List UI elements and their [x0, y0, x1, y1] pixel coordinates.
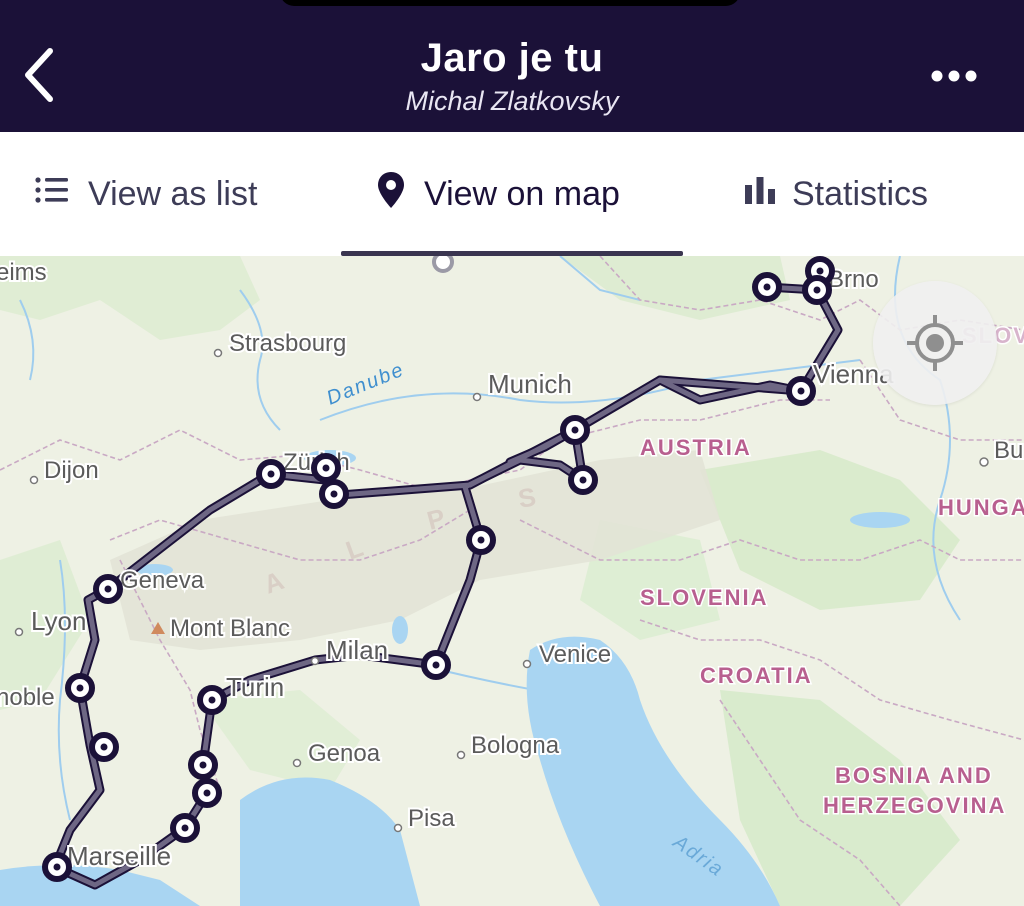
country-label: AUSTRIA [640, 435, 752, 460]
city-label: Strasbourg [229, 330, 346, 357]
crosshair-icon [907, 315, 963, 371]
city-dot [292, 758, 302, 768]
landmark-label: Mont Blanc [170, 615, 290, 642]
stop-marker[interactable] [560, 415, 590, 445]
city-label: Genoa [308, 740, 381, 767]
stop-marker[interactable] [93, 574, 123, 604]
stop-marker[interactable] [752, 272, 782, 302]
app-header: Jaro je tu Michal Zlatkovsky [0, 0, 1024, 132]
stop-marker[interactable] [89, 732, 119, 762]
stop-marker[interactable] [197, 685, 227, 715]
tab-label: View on map [424, 174, 620, 213]
stop-marker[interactable] [311, 453, 341, 483]
tab-label: View as list [88, 174, 258, 213]
city-dot [522, 659, 532, 669]
bar-chart-icon [744, 175, 778, 214]
map-pin-icon [376, 170, 406, 219]
page-subtitle: Michal Zlatkovsky [405, 86, 619, 116]
map-view[interactable]: eims Strasbourg Munich Brno Vienna Dijon… [0, 256, 1024, 906]
locate-me-button[interactable] [873, 281, 997, 405]
city-label: Bu [994, 437, 1023, 464]
country-label: CROATIA [700, 663, 813, 688]
stop-marker[interactable] [568, 465, 598, 495]
stop-marker[interactable] [466, 525, 496, 555]
city-label: Lyon [31, 606, 86, 636]
city-label: Turin [226, 672, 284, 702]
city-dot [393, 823, 403, 833]
stop-marker[interactable] [192, 778, 222, 808]
city-label: Munich [488, 369, 572, 399]
country-label: BOSNIA AND [835, 763, 993, 788]
city-label: eims [0, 259, 47, 286]
stop-marker[interactable] [802, 275, 832, 305]
city-dot [979, 457, 989, 467]
city-marker-faded [432, 256, 454, 273]
city-label: noble [0, 684, 55, 711]
tab-label: Statistics [792, 174, 929, 213]
city-label: Marseille [67, 841, 171, 871]
city-label: Dijon [44, 457, 99, 484]
device-notch [280, 0, 740, 6]
city-dot [29, 475, 39, 485]
city-label: Brno [828, 266, 879, 293]
tab-view-on-map[interactable]: View on map [376, 132, 620, 256]
city-dot [213, 348, 223, 358]
map-canvas: eims Strasbourg Munich Brno Vienna Dijon… [0, 256, 1024, 906]
city-label: Geneva [120, 567, 205, 594]
city-dot [472, 392, 482, 402]
stop-marker[interactable] [170, 813, 200, 843]
tab-view-as-list[interactable]: View as list [34, 132, 257, 256]
city-dot [14, 627, 24, 637]
more-horizontal-icon [931, 70, 977, 82]
more-button[interactable] [925, 58, 983, 94]
city-label: Bologna [471, 732, 560, 759]
city-label: Milan [326, 635, 388, 665]
city-label: Venice [539, 641, 611, 668]
city-label: Pisa [408, 805, 455, 832]
stop-marker[interactable] [65, 673, 95, 703]
view-tabs: View as list View on map Statistics [0, 132, 1024, 256]
list-icon [34, 175, 70, 214]
stop-marker[interactable] [421, 650, 451, 680]
stop-marker[interactable] [319, 479, 349, 509]
page-title: Jaro je tu [420, 36, 604, 80]
stop-marker[interactable] [188, 750, 218, 780]
city-dot [456, 750, 466, 760]
stop-marker[interactable] [786, 376, 816, 406]
city-dot [310, 656, 320, 666]
country-label: SLOVENIA [640, 585, 768, 610]
country-label: HERZEGOVINA [823, 793, 1006, 818]
stop-marker[interactable] [256, 459, 286, 489]
tab-statistics[interactable]: Statistics [744, 132, 928, 256]
stop-marker[interactable] [42, 852, 72, 882]
country-label: HUNGA [938, 495, 1024, 520]
